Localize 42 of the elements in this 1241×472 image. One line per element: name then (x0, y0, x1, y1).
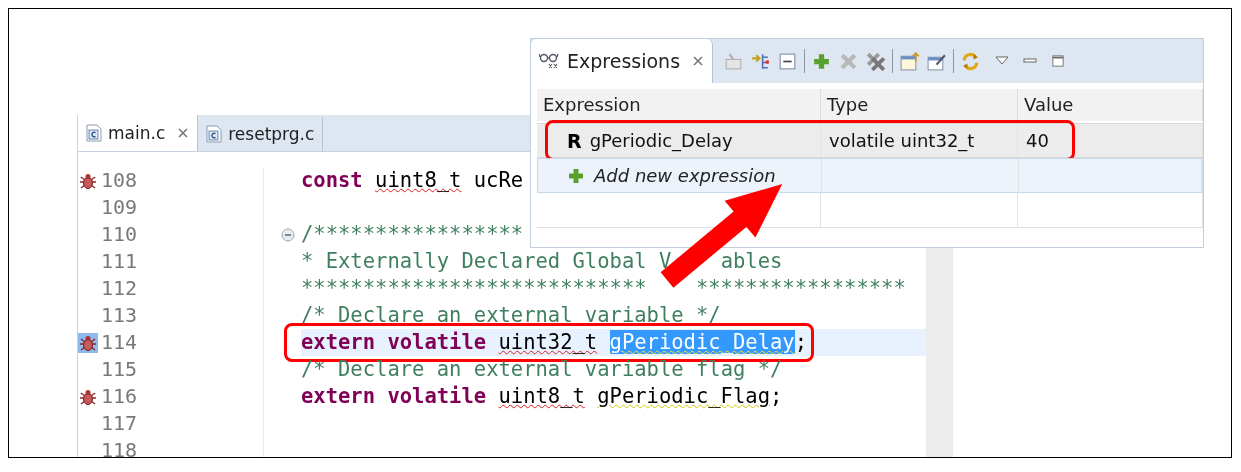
editor-tab[interactable]: main.c (78, 115, 199, 151)
column-header[interactable]: Value (1018, 89, 1203, 121)
maximize-icon[interactable] (1051, 55, 1066, 67)
line-number: 108 (99, 167, 264, 194)
code-line: * Externally Declared Global V ables (301, 249, 783, 273)
line-number: 115 (99, 356, 264, 383)
code-line: const uint8_t ucRe (301, 168, 524, 192)
close-icon[interactable] (692, 55, 705, 67)
line-number: 117 (99, 410, 264, 437)
export-icon[interactable] (899, 50, 921, 72)
line-number: 113 (99, 302, 264, 329)
table-cell: gPeriodic_Delay (589, 130, 733, 151)
column-header[interactable]: Type (821, 89, 1018, 121)
add-expression-row[interactable]: Add new expression (537, 158, 1203, 193)
code-line: /* Declare an external variable */ (301, 303, 721, 327)
marker-icon: R (567, 129, 582, 152)
code-line: extern volatile uint32_t gPeriodic_Delay; (301, 330, 808, 354)
code-line: /* Declare an external variable flag */ (301, 357, 783, 381)
table-cell: volatile uint32_t (829, 130, 975, 151)
line-number: 112 (99, 275, 264, 302)
remove-all-icon[interactable] (865, 50, 887, 72)
line-number: 109 (99, 194, 264, 221)
c-file-icon (206, 125, 223, 143)
collapse-icon[interactable] (281, 227, 295, 242)
glasses-icon (539, 52, 561, 70)
code-line: /***************** (301, 222, 524, 246)
c-file-icon (86, 124, 102, 142)
line-number: 111 (99, 248, 264, 275)
code-line: **************************** ***************** (301, 276, 906, 300)
bug-icon[interactable] (78, 332, 98, 353)
code-line: extern volatile uint8_t gPeriodic_Flag; (301, 384, 783, 408)
line-number: 114 (99, 329, 264, 356)
close-icon[interactable] (177, 127, 190, 139)
line-number: 116 (99, 383, 264, 410)
line-number: 110 (99, 221, 264, 248)
expressions-tab[interactable]: Expressions (531, 39, 714, 83)
line-number: 118 (99, 437, 264, 457)
expression-row[interactable]: R gPeriodic_Delay volatile uint32_t 40 (537, 123, 1203, 158)
table-cell: 40 (1026, 130, 1049, 151)
view-menu-icon[interactable] (995, 55, 1010, 67)
column-header[interactable]: Expression (537, 89, 821, 121)
editor-tab[interactable]: resetprg.c (198, 117, 324, 151)
